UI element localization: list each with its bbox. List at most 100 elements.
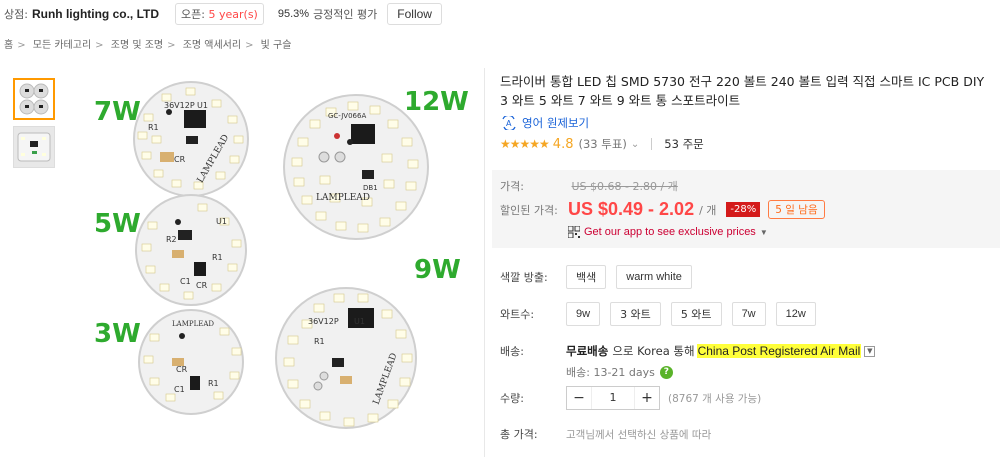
star-rating-icon: ★★★★★ xyxy=(500,137,550,151)
available-stock: (8767 개 사용 가능) xyxy=(668,392,762,405)
color-option-white[interactable]: 백색 xyxy=(566,265,607,289)
shipping-dropdown-icon[interactable]: ▼ xyxy=(864,345,876,357)
qr-code-icon xyxy=(568,226,580,238)
pcb-mark: 36V12P xyxy=(308,317,339,326)
breadcrumb-home[interactable]: 홈 xyxy=(4,40,13,51)
board-9w: 36V12P U1 R1 LAMPLEAD xyxy=(275,287,417,429)
breadcrumb-separator: > xyxy=(245,40,254,51)
store-feedback-text: 긍정적인 평가 xyxy=(313,8,378,21)
breadcrumb-separator: > xyxy=(17,40,26,51)
total-price-label: 총 가격: xyxy=(500,428,538,441)
breadcrumb-lighting[interactable]: 조명 및 조명 xyxy=(111,40,163,51)
total-price-row: 총 가격: 고객님께서 선택하신 상품에 따라 xyxy=(500,426,711,442)
pcb-mark: U1 xyxy=(216,217,227,226)
pcb-mark: GC-JV066A xyxy=(328,112,366,120)
quantity-row: 수량: − 1 + (8767 개 사용 가능) xyxy=(500,386,761,410)
store-label: 상점: xyxy=(4,8,28,21)
board-3w: LAMPLEAD C1 R1 CR xyxy=(138,309,244,415)
translate-icon: A xyxy=(502,116,516,130)
free-shipping-text: 무료배송 xyxy=(566,344,609,358)
pcb-mark: DB1 xyxy=(363,184,378,192)
quantity-label: 수량: xyxy=(500,392,524,405)
pcb-mark: R1 xyxy=(148,123,159,132)
pcb-mark: LAMPLEAD xyxy=(316,193,370,203)
shipping-destination-text: 으로 Korea 통해 xyxy=(612,344,695,358)
store-open-years: 5 year(s) xyxy=(208,8,258,21)
discount-price-row: 할인된 가격: US $0.49 - 2.02 / 개 -28% 5 일 남음 xyxy=(500,199,825,220)
rating-votes[interactable]: (33 투표) xyxy=(578,136,626,152)
breadcrumb-separator: > xyxy=(95,40,104,51)
chevron-down-icon[interactable]: ⌄ xyxy=(631,139,639,150)
breadcrumb-separator: > xyxy=(167,40,176,51)
board-5w: R2 U1 R1 C1 CR xyxy=(135,194,247,306)
pcb-mark: CR xyxy=(176,365,188,374)
app-promo-link[interactable]: Get our app to see exclusive prices ▼ xyxy=(568,226,825,238)
app-promo-text: Get our app to see exclusive prices xyxy=(584,226,756,238)
thumbnail-1[interactable] xyxy=(13,78,55,120)
view-original-title-link[interactable]: A 영어 원제보기 xyxy=(500,115,995,131)
label-5w: 5W xyxy=(94,209,141,239)
pcb-mark: R1 xyxy=(314,337,325,346)
product-info: 드라이버 통합 LED 칩 SMD 5730 전구 220 볼트 240 볼트 … xyxy=(500,72,995,152)
view-original-title-text: 영어 원제보기 xyxy=(522,116,590,130)
quantity-stepper: − 1 + xyxy=(566,386,660,410)
shipping-method[interactable]: China Post Registered Air Mail xyxy=(696,344,862,358)
discount-price-label: 할인된 가격: xyxy=(500,203,558,217)
breadcrumb-lighting-accessories[interactable]: 조명 액세서리 xyxy=(183,40,241,51)
store-feedback-percent: 95.3% xyxy=(277,8,310,20)
svg-text:A: A xyxy=(506,119,512,128)
divider xyxy=(651,138,653,150)
column-divider xyxy=(484,68,485,457)
pcb-mark: 36V12P xyxy=(164,101,195,110)
discount-badge: -28% xyxy=(726,202,761,217)
original-price-label: 가격: xyxy=(500,180,524,193)
label-7w: 7W xyxy=(94,97,141,127)
rating-row: ★★★★★ 4.8 (33 투표) ⌄ 53 주문 xyxy=(500,136,995,152)
discount-price: US $0.49 - 2.02 xyxy=(568,199,695,219)
color-option-row: 색깔 방출: 백색 warm white xyxy=(500,265,702,289)
pcb-mark: R1 xyxy=(208,379,219,388)
store-open-label: 오픈: xyxy=(181,8,205,21)
pcb-mark: C1 xyxy=(174,385,185,394)
wattage-option-9w[interactable]: 9w xyxy=(566,302,601,326)
label-3w: 3W xyxy=(94,319,141,349)
wattage-option-3w[interactable]: 3 와트 xyxy=(610,302,661,326)
board-7w: 36V12P U1 R1 CR LAMPLEAD xyxy=(133,81,249,197)
price-unit: / 개 xyxy=(699,203,717,217)
pcb-mark: C1 xyxy=(180,277,191,286)
pcb-mark: CR xyxy=(196,281,208,290)
thumbnail-list xyxy=(13,78,55,174)
days-left-badge: 5 일 남음 xyxy=(768,200,825,219)
color-option-warm-white[interactable]: warm white xyxy=(616,265,692,289)
pcb-mark: U1 xyxy=(197,101,208,110)
store-bar: 상점: Runh lighting co., LTD 오픈: 5 year(s)… xyxy=(0,0,1000,28)
wattage-option-12w[interactable]: 12w xyxy=(775,302,816,326)
shipping-row: 배송: 무료배송 으로 Korea 통해 China Post Register… xyxy=(500,343,876,380)
quantity-input[interactable]: 1 xyxy=(591,387,635,409)
color-option-label: 색깔 방출: xyxy=(500,271,548,284)
breadcrumb-all-categories[interactable]: 모든 카테고리 xyxy=(33,40,91,51)
label-9w: 9W xyxy=(414,255,461,285)
store-name-link[interactable]: Runh lighting co., LTD xyxy=(32,7,159,21)
wattage-option-7w[interactable]: 7w xyxy=(731,302,766,326)
thumbnail-1-image xyxy=(15,80,53,118)
breadcrumb: 홈 > 모든 카테고리 > 조명 및 조명 > 조명 액세서리 > 빛 구슬 xyxy=(4,36,291,51)
product-title: 드라이버 통합 LED 칩 SMD 5730 전구 220 볼트 240 볼트 … xyxy=(500,74,985,108)
wattage-option-label: 와트수: xyxy=(500,308,535,321)
pcb-mark: LAMPLEAD xyxy=(172,320,214,328)
decrease-quantity-button[interactable]: − xyxy=(567,390,591,406)
wattage-option-5w[interactable]: 5 와트 xyxy=(670,302,722,326)
increase-quantity-button[interactable]: + xyxy=(635,390,659,406)
help-icon[interactable]: ? xyxy=(659,365,673,379)
follow-button[interactable]: Follow xyxy=(387,3,442,25)
thumbnail-2-image xyxy=(14,127,54,167)
shipping-label: 배송: xyxy=(500,345,524,358)
main-product-image[interactable]: 36V12P U1 R1 CR LAMPLEAD GC-JV066A DB1 L… xyxy=(66,72,472,457)
thumbnail-2[interactable] xyxy=(13,126,55,168)
pcb-mark: CR xyxy=(174,155,186,164)
breadcrumb-light-beads[interactable]: 빛 구슬 xyxy=(261,40,292,51)
pcb-mark: R2 xyxy=(166,235,177,244)
price-box: 가격: US $0.68 - 2.80 / 개 할인된 가격: US $0.49… xyxy=(492,170,1000,248)
wattage-option-row: 와트수: 9w 3 와트 5 와트 7w 12w xyxy=(500,302,826,326)
orders-count: 53 주문 xyxy=(664,137,704,151)
